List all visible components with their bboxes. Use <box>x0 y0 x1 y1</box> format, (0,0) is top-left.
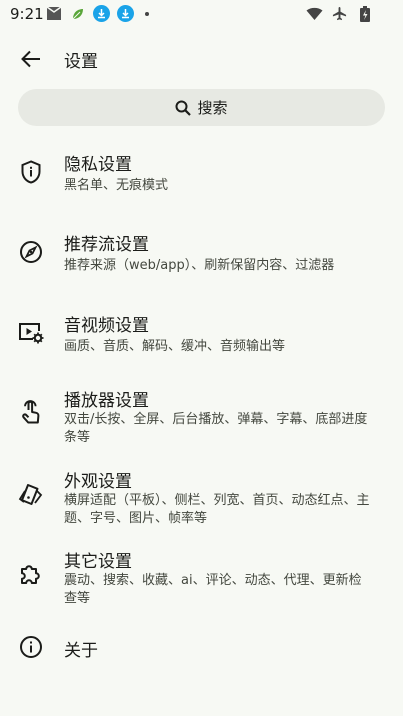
settings-item-title: 播放器设置 <box>64 391 149 411</box>
download-badge-icon <box>93 5 110 22</box>
puzzle-icon <box>18 561 44 587</box>
settings-item-title: 关于 <box>64 641 98 661</box>
status-time: 9:21 <box>10 5 44 23</box>
settings-item-other[interactable]: 其它设置 震动、搜索、收藏、ai、评论、动态、代理、更新检查等 <box>0 545 403 607</box>
settings-item-subtitle: 黑名单、无痕模式 <box>64 178 169 193</box>
status-bar: 9:21 <box>0 0 403 28</box>
leaf-icon <box>69 5 86 22</box>
settings-item-subtitle: 画质、音质、解码、缓冲、音频输出等 <box>64 339 286 354</box>
settings-item-player[interactable]: 播放器设置 双击/长按、全屏、后台播放、弹幕、字幕、底部进度条等 <box>0 384 403 446</box>
video-settings-icon <box>18 320 44 346</box>
settings-item-feed[interactable]: 推荐流设置 推荐来源（web/app）、刷新保留内容、过滤器 <box>0 222 403 284</box>
arrow-back-icon <box>21 50 40 68</box>
notification-icons <box>45 5 149 22</box>
mail-icon <box>45 5 62 22</box>
settings-item-title: 其它设置 <box>64 552 132 572</box>
download-badge-icon <box>117 5 134 22</box>
touch-icon <box>18 400 44 426</box>
compass-icon <box>18 239 44 265</box>
airplane-icon <box>331 5 348 22</box>
notification-dot <box>145 11 149 16</box>
settings-item-subtitle: 震动、搜索、收藏、ai、评论、动态、代理、更新检查等 <box>64 573 362 606</box>
settings-item-subtitle: 推荐来源（web/app）、刷新保留内容、过滤器 <box>64 258 335 273</box>
settings-item-title: 外观设置 <box>64 472 132 492</box>
back-button[interactable] <box>16 44 46 74</box>
info-icon <box>18 634 44 660</box>
search-bar[interactable]: 搜索 <box>18 89 385 126</box>
palette-icon <box>18 481 44 507</box>
battery-charging-icon <box>356 5 373 22</box>
search-icon <box>175 100 192 116</box>
settings-item-title: 推荐流设置 <box>64 235 149 255</box>
settings-item-audio-video[interactable]: 音视频设置 画质、音质、解码、缓冲、音频输出等 <box>0 303 403 365</box>
settings-item-title: 隐私设置 <box>64 155 132 175</box>
page-title: 设置 <box>64 52 98 72</box>
settings-item-privacy[interactable]: 隐私设置 黑名单、无痕模式 <box>0 142 403 204</box>
settings-item-about[interactable]: 关于 <box>0 628 403 668</box>
app-bar: 设置 <box>0 36 403 80</box>
search-label: 搜索 <box>197 99 228 117</box>
settings-item-subtitle: 双击/长按、全屏、后台播放、弹幕、字幕、底部进度条等 <box>64 412 368 445</box>
system-icons <box>306 5 373 22</box>
settings-item-appearance[interactable]: 外观设置 横屏适配（平板）、侧栏、列宽、首页、动态红点、主题、字号、图片、帧率等 <box>0 465 403 527</box>
wifi-icon <box>306 5 323 22</box>
shield-info-icon <box>18 159 44 185</box>
settings-item-subtitle: 横屏适配（平板）、侧栏、列宽、首页、动态红点、主题、字号、图片、帧率等 <box>64 493 370 526</box>
settings-item-title: 音视频设置 <box>64 316 149 336</box>
